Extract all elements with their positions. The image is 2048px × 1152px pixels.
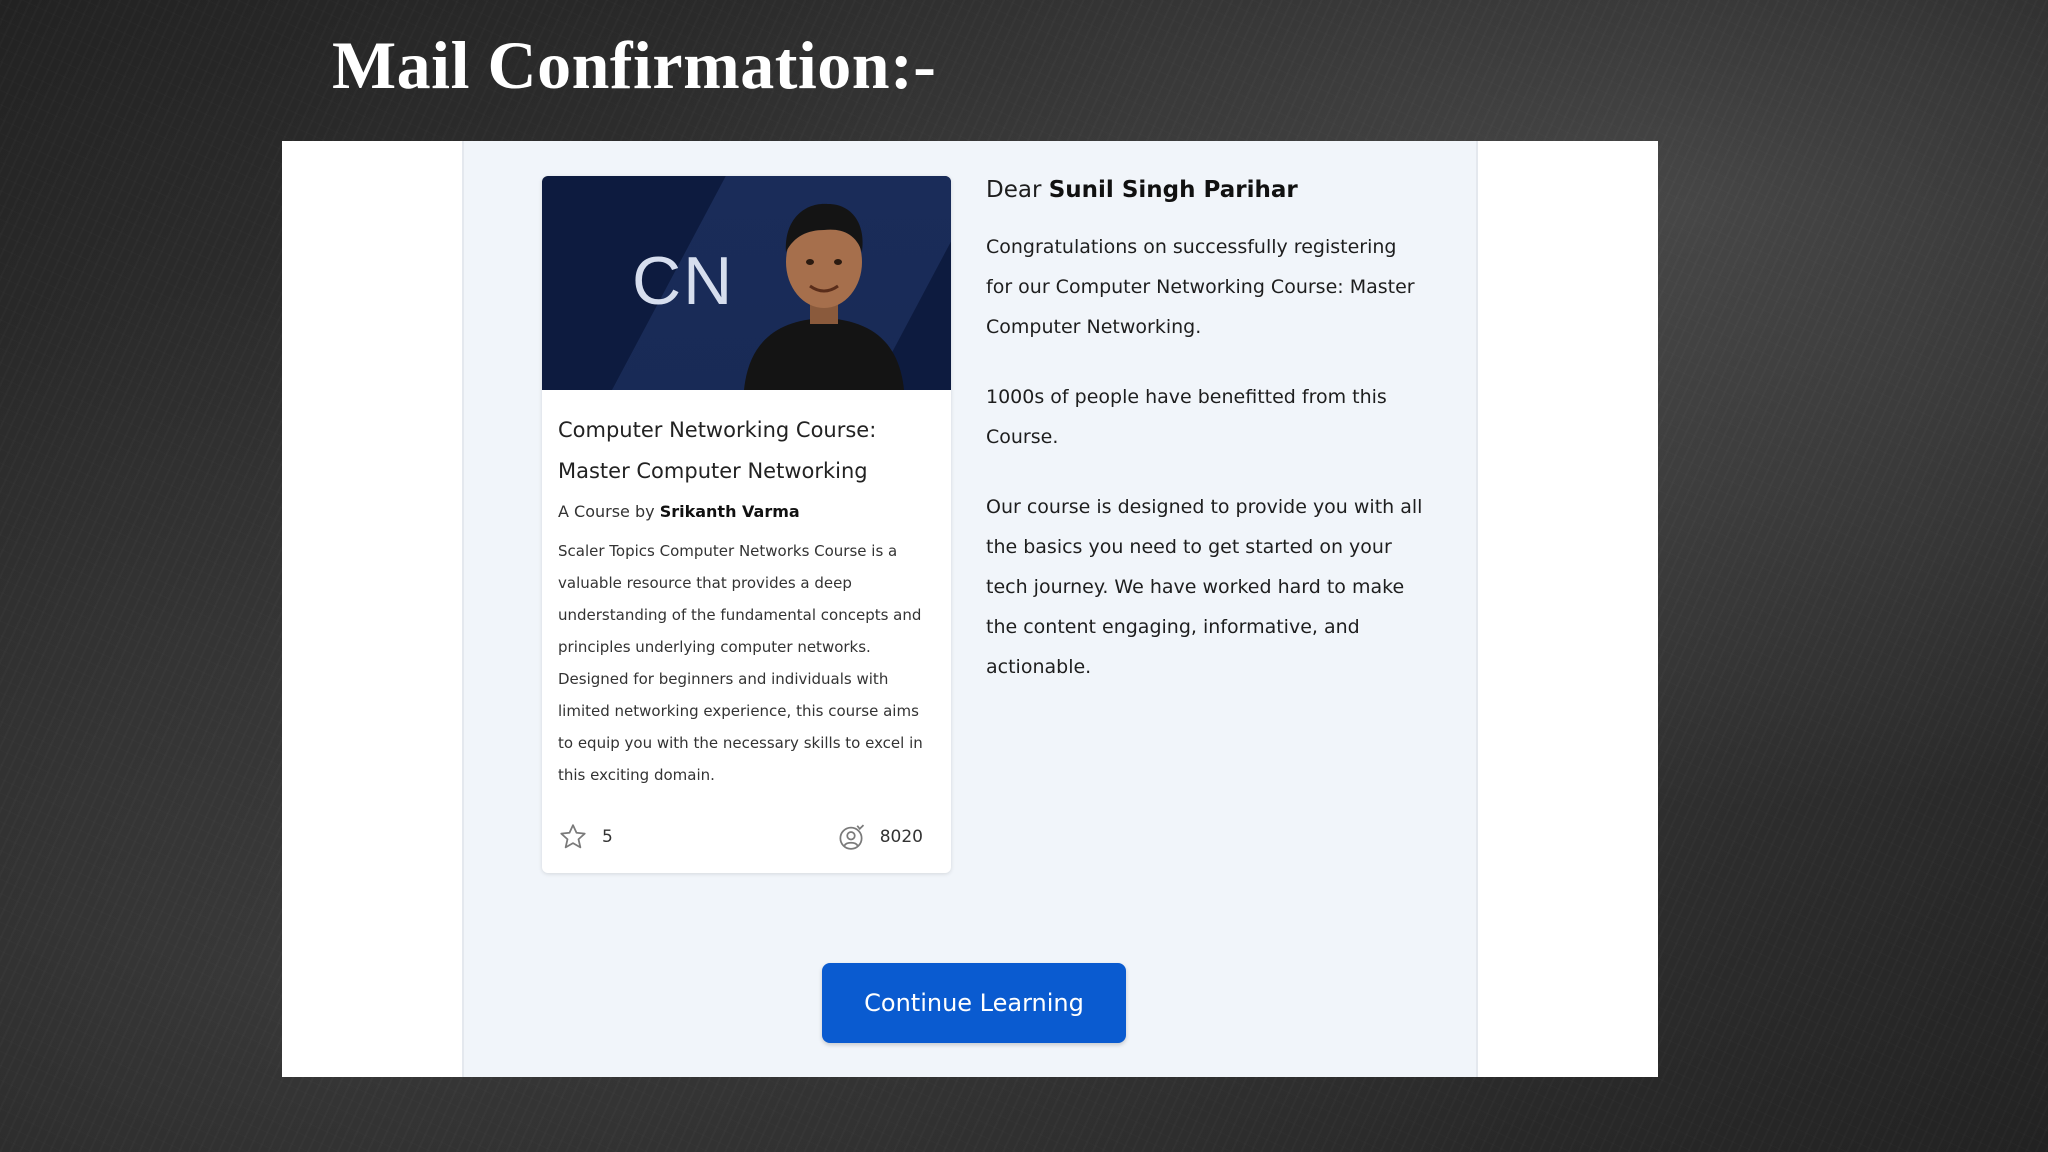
slide-title: Mail Confirmation:-: [332, 27, 937, 103]
greeting: Dear Sunil Singh Parihar: [986, 177, 1426, 203]
star-icon: [560, 824, 586, 849]
course-description: Scaler Topics Computer Networks Course i…: [558, 542, 923, 784]
recipient-name: Sunil Singh Parihar: [1048, 177, 1298, 203]
instructor-photo: [744, 203, 904, 390]
course-card-footer: 5 8020: [558, 817, 923, 857]
rating-group: 5: [558, 822, 613, 852]
learners-count: 8020: [879, 827, 923, 847]
message-paragraph-design: Our course is designed to provide you wi…: [986, 496, 1423, 678]
rating-value: 5: [602, 827, 613, 847]
email-body: CN Computer Networking Course: Master Co…: [462, 141, 1478, 1077]
instructor-name: Srikanth Varma: [659, 502, 800, 521]
continue-learning-button[interactable]: Continue Learning: [822, 963, 1126, 1043]
email-message: Dear Sunil Singh Parihar Congratulations…: [986, 177, 1426, 717]
learners-group: 8020: [836, 822, 923, 852]
banner-code: CN: [632, 243, 735, 319]
message-paragraph-benefit: 1000s of people have benefitted from thi…: [986, 386, 1387, 448]
course-card-content: Computer Networking Course: Master Compu…: [542, 390, 951, 791]
course-by-prefix: A Course by: [558, 502, 655, 521]
course-author-line: A Course by Srikanth Varma: [558, 502, 935, 521]
course-title[interactable]: Computer Networking Course: Master Compu…: [558, 410, 935, 492]
message-paragraph-congrats: Congratulations on successfully register…: [986, 236, 1415, 338]
course-card[interactable]: CN Computer Networking Course: Master Co…: [542, 176, 951, 873]
learner-badge-icon: [839, 824, 864, 850]
course-banner: CN: [542, 176, 951, 390]
email-screenshot: CN Computer Networking Course: Master Co…: [282, 141, 1658, 1077]
greeting-prefix: Dear: [986, 177, 1042, 203]
